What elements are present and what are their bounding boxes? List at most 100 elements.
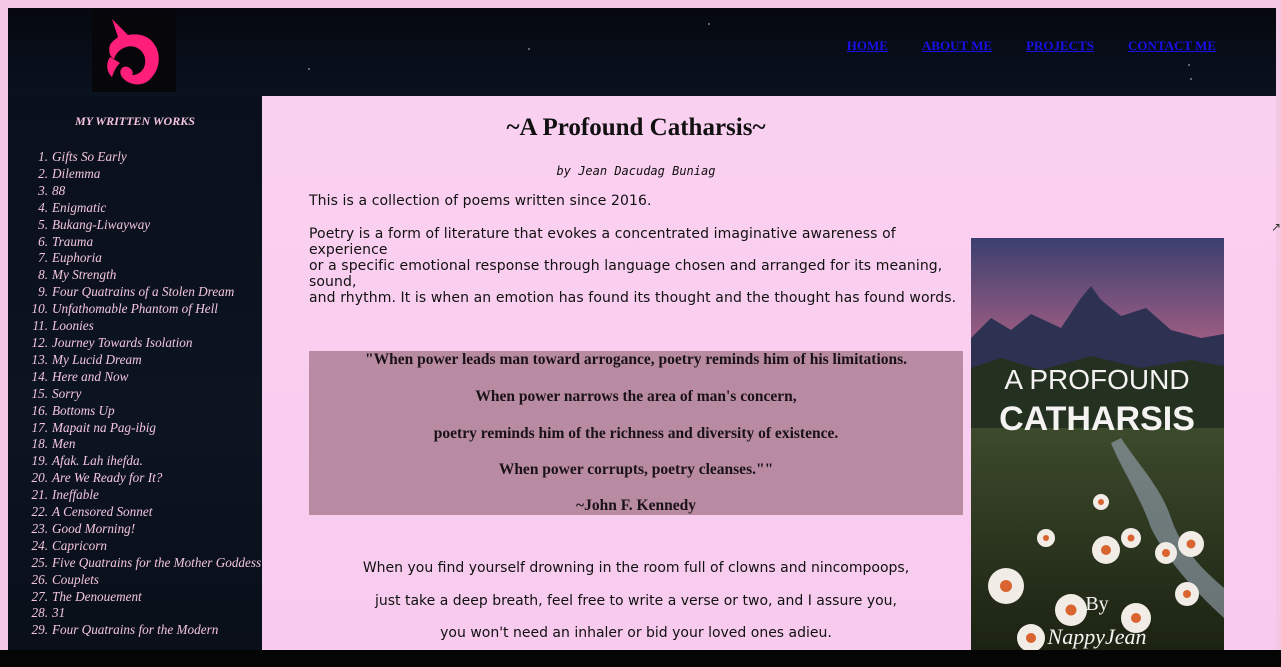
work-number: 5.	[38, 216, 48, 232]
work-list-item[interactable]: 16. Bottoms Up	[32, 402, 262, 420]
work-title: Five Quatrains for the Mother Goddess	[52, 554, 262, 570]
work-title: Dilemma	[52, 165, 101, 181]
work-number: 4.	[38, 199, 48, 215]
work-title: Ineffable	[52, 487, 99, 503]
work-title: Journey Towards Isolation	[52, 334, 193, 350]
work-title: Are We Ready for It?	[52, 470, 163, 486]
cover-author: NappyJean	[1047, 624, 1147, 649]
work-number: 27.	[31, 588, 48, 604]
nav-contact-link[interactable]: CONTACT ME	[1128, 38, 1216, 54]
cover-by: By	[1085, 593, 1108, 615]
work-title: Euphoria	[52, 250, 102, 266]
work-list-item[interactable]: 12. Journey Towards Isolation	[32, 334, 262, 352]
work-title: Enigmatic	[52, 199, 107, 215]
work-list-item[interactable]: 7. Euphoria	[38, 250, 262, 267]
work-title: Four Quatrains for the Modern	[52, 622, 219, 638]
work-number: 8.	[38, 267, 48, 283]
work-list-item[interactable]: 6. Trauma	[38, 233, 262, 251]
work-number: 18.	[31, 436, 48, 452]
verse-line: just take a deep breath, feel free to wr…	[374, 593, 898, 609]
work-number: 14.	[31, 368, 48, 384]
work-list-item[interactable]: 4. Enigmatic	[38, 199, 262, 217]
work-title: My Lucid Dream	[52, 351, 142, 367]
work-list-item[interactable]: 27. The Denouement	[32, 588, 262, 606]
work-list-item[interactable]: 13. My Lucid Dream	[32, 351, 262, 369]
work-title: Afak. Lah ihefda.	[52, 453, 143, 469]
work-list-item[interactable]: 19. Afak. Lah ihefda.	[32, 453, 262, 470]
nav-about-link[interactable]: ABOUT ME	[922, 38, 992, 54]
work-number: 6.	[38, 233, 48, 249]
work-number: 3.	[38, 182, 48, 198]
work-number: 7.	[38, 250, 48, 266]
work-number: 24.	[31, 537, 48, 553]
work-list-item[interactable]: 25. Five Quatrains for the Mother Goddess	[32, 554, 262, 572]
work-title: Mapait na Pag-ibig	[52, 419, 157, 435]
work-list-item[interactable]: 18. Men	[32, 436, 262, 453]
work-title: Couplets	[52, 571, 99, 587]
work-list-item[interactable]: 5. Bukang-Liwayway	[38, 216, 262, 234]
work-number: 20.	[31, 470, 48, 486]
work-list-item[interactable]: 9. Four Quatrains of a Stolen Dream	[38, 284, 262, 301]
byline: by Jean Dacudag Buniag	[556, 164, 716, 178]
work-title: The Denouement	[52, 588, 142, 604]
work-title: Unfathomable Phantom of Hell	[52, 301, 218, 317]
work-list-item[interactable]: 22. A Censored Sonnet	[32, 504, 262, 521]
work-number: 23.	[31, 520, 48, 536]
sidebar-heading: MY WRITTEN WORKS	[75, 114, 195, 128]
work-number: 11.	[32, 318, 48, 334]
work-list-item[interactable]: 11. Loonies	[32, 318, 262, 335]
work-number: 12.	[31, 334, 48, 350]
main-nav: HOME ABOUT ME PROJECTS CONTACT ME	[847, 38, 1216, 54]
cover-title-line1: A PROFOUND	[1004, 364, 1189, 395]
work-number: 2.	[38, 165, 48, 181]
quote-line: poetry reminds him of the richness and d…	[433, 425, 839, 442]
work-list-item[interactable]: 29. Four Quatrains for the Modern	[32, 622, 262, 639]
work-title: Bottoms Up	[52, 402, 115, 418]
work-title: Good Morning!	[52, 520, 136, 536]
main-content: ~A Profound Catharsis~ by Jean Dacudag B…	[262, 96, 1276, 650]
work-list-item[interactable]: 1. Gifts So Early	[38, 149, 262, 166]
work-title: Bukang-Liwayway	[52, 216, 151, 232]
work-list-item[interactable]: 28. 31	[32, 605, 262, 622]
quote-attribution: ~John F. Kennedy	[576, 497, 696, 514]
work-list-item[interactable]: 23. Good Morning!	[32, 520, 262, 538]
work-title: Capricorn	[52, 537, 107, 553]
sidebar: MY WRITTEN WORKS 1. Gifts So Early 2. Dilem…	[8, 96, 262, 650]
work-list-item[interactable]: 8. My Strength	[38, 267, 262, 284]
quote-line: When power narrows the area of man's con…	[475, 388, 797, 405]
unicorn-logo-icon	[107, 19, 159, 85]
work-list-item[interactable]: 20. Are We Ready for It?	[32, 470, 262, 487]
work-number: 15.	[31, 385, 48, 401]
quote-line: When power corrupts, poetry cleanses.""	[498, 461, 774, 478]
page-title: ~A Profound Catharsis~	[506, 114, 766, 141]
work-list-item[interactable]: 3. 88	[38, 182, 262, 200]
work-list-item[interactable]: 14. Here and Now	[32, 368, 262, 386]
work-title: Trauma	[52, 233, 94, 249]
site-logo[interactable]	[92, 10, 176, 92]
work-list-item[interactable]: 2. Dilemma	[38, 165, 262, 183]
work-title: Sorry	[52, 385, 82, 401]
work-list-item[interactable]: 15. Sorry	[32, 385, 262, 403]
work-title: A Censored Sonnet	[52, 504, 153, 520]
work-number: 17.	[31, 419, 48, 435]
work-number: 29.	[31, 622, 48, 638]
work-number: 22.	[31, 504, 48, 520]
nav-projects-link[interactable]: PROJECTS	[1026, 38, 1094, 54]
work-title: Loonies	[52, 318, 94, 334]
work-list-item[interactable]: 24. Capricorn	[32, 537, 262, 555]
work-number: 1.	[38, 149, 48, 164]
verse-line: When you find yourself drowning in the r…	[362, 560, 910, 576]
work-title: 88	[52, 182, 66, 198]
nav-home-link[interactable]: HOME	[847, 38, 888, 54]
work-list-item[interactable]: 26. Couplets	[32, 571, 262, 589]
work-list-item[interactable]: 17. Mapait na Pag-ibig	[32, 419, 262, 437]
work-number: 19.	[31, 453, 48, 469]
work-number: 25.	[31, 554, 48, 570]
site-header: HOME ABOUT ME PROJECTS CONTACT ME	[8, 8, 1276, 96]
book-cover-image: A PROFOUND CATHARSIS By NappyJean	[971, 238, 1224, 650]
work-title: Four Quatrains of a Stolen Dream	[52, 284, 235, 300]
intro-text: This is a collection of poems written si…	[309, 193, 652, 209]
work-list-item[interactable]: 10. Unfathomable Phantom of Hell	[32, 301, 262, 318]
work-title: Here and Now	[52, 368, 129, 384]
work-list-item[interactable]: 21. Ineffable	[32, 487, 262, 504]
